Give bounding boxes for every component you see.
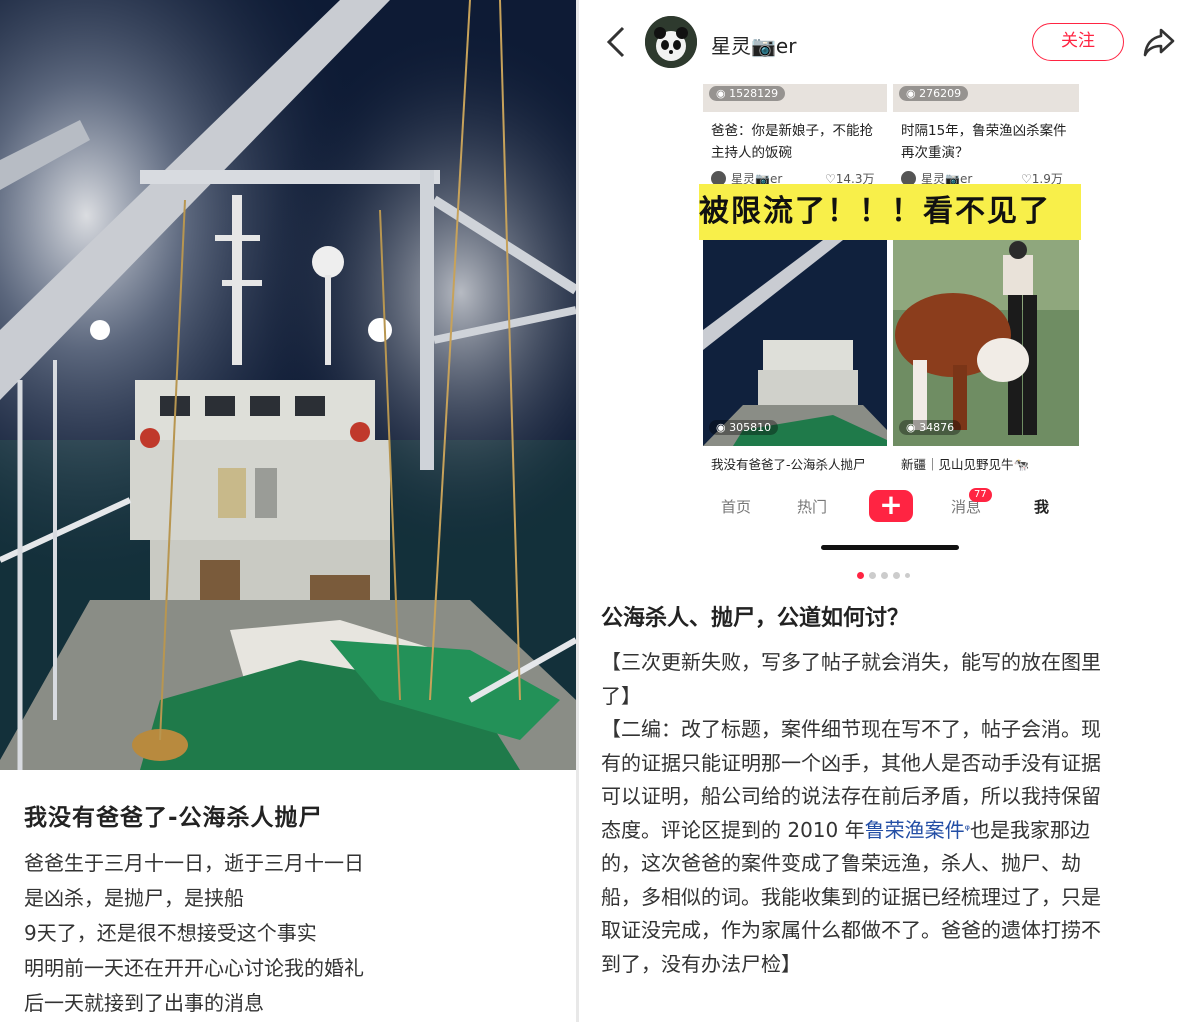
left-post-line: 爸爸生于三月十一日，逝于三月十一日 (24, 851, 364, 875)
mini-avatar (901, 171, 916, 184)
panda-avatar-icon (645, 16, 697, 68)
view-count: ◉ 305810 (709, 420, 779, 435)
post-line: 【三次更新失败，写多了帖子就会消失，能写的放在图里 (601, 650, 1101, 674)
throttled-banner: 被限流了！！！看不见了 (699, 184, 1081, 240)
card-boat-image (703, 240, 887, 446)
post-line: 取证没完成，作为家属什么都做不了。爸爸的遗体打捞不 (601, 918, 1101, 942)
tab-me[interactable]: 我 (1034, 496, 1049, 517)
view-count-value: 1528129 (729, 87, 779, 100)
left-post-title: 我没有爸爸了-公海杀人抛尸 (24, 805, 323, 831)
card-cow-image (893, 240, 1079, 446)
back-button[interactable] (601, 24, 631, 60)
post-line: 可以证明，船公司给的说法存在前后矛盾，所以我持保留 (601, 784, 1101, 808)
boat-illustration (0, 0, 576, 770)
left-post-line: 是凶杀，是抛尸，是挟船 (24, 886, 244, 910)
fishing-boat-photo[interactable] (0, 0, 576, 770)
card-title-line: 主持人的饭碗 (711, 145, 792, 161)
card-title: 爸爸：你是新娘子，不能抢 主持人的饭碗 (711, 120, 887, 164)
feed-card: ◉ 1528129 爸爸：你是新娘子，不能抢 主持人的饭碗 星灵📷er ♡14.… (703, 84, 887, 184)
post-text: 态度。评论区提到的 2010 年 (601, 817, 865, 842)
post-body: 【三次更新失败，写多了帖子就会消失，能写的放在图里 了】 【二编：改了标题，案件… (601, 646, 1181, 981)
post-line: 【二编：改了标题，案件细节现在写不了，帖子会消。现 (601, 717, 1101, 741)
tab-home[interactable]: 首页 (721, 496, 751, 517)
post-title: 公海杀人、抛尸，公道如何讨？ (601, 606, 910, 631)
left-post-line: 明明前一天还在开开心心讨论我的婚礼 (24, 956, 364, 980)
publish-button[interactable]: + (869, 490, 913, 522)
left-post-line: 9天了，还是很不想接受这个事实 (24, 921, 317, 945)
share-button[interactable] (1141, 24, 1177, 60)
card-title-line: 时隔15年，鲁荣渔凶杀案件 (901, 123, 1067, 139)
left-post-body: 爸爸生于三月十一日，逝于三月十一日 是凶杀，是抛尸，是挟船 9天了，还是很不想接… (24, 846, 564, 1021)
home-indicator (821, 545, 959, 550)
feed-card: ◉ 305810 我没有爸爸了-公海杀人抛尸 (703, 240, 887, 480)
view-count: ◉ 276209 (899, 86, 969, 101)
username[interactable]: 星灵📷er (711, 30, 796, 59)
feed-card: ◉ 34876 新疆｜见山见野见牛🐄 (893, 240, 1079, 480)
carousel-dot[interactable] (857, 572, 864, 579)
post-line: 有的证据只能证明那一个凶手，其他人是否动手没有证据 (601, 750, 1101, 775)
card-title: 新疆｜见山见野见牛🐄 (901, 457, 1030, 472)
feed-card: ◉ 276209 时隔15年，鲁荣渔凶杀案件 再次重演？ 星灵📷er ♡1.9万 (893, 84, 1079, 184)
card-title-line: 再次重演？ (901, 145, 969, 161)
carousel-dots[interactable] (857, 572, 910, 579)
card-title: 我没有爸爸了-公海杀人抛尸 (711, 457, 866, 472)
carousel-dot[interactable] (869, 572, 876, 579)
left-post-line: 后一天就接到了出事的消息 (24, 991, 264, 1015)
follow-button[interactable]: 关注 (1032, 23, 1124, 61)
post-line: 了】 (601, 683, 641, 708)
embedded-tab-bar: 首页 热门 + 消息 77 我 (699, 488, 1081, 528)
card-author: 星灵📷er (901, 170, 972, 184)
carousel-dot[interactable] (893, 572, 900, 579)
view-count-value: 305810 (729, 421, 772, 434)
chevron-left-icon (606, 26, 625, 58)
post-line: 态度。评论区提到的 2010 年鲁荣渔案件ᵠ也是我家那边 (601, 814, 1181, 848)
card-likes: ♡1.9万 (1021, 172, 1063, 184)
carousel-dot[interactable] (881, 572, 888, 579)
mini-avatar (711, 171, 726, 184)
post-line: 的，这次爸爸的案件变成了鲁荣远渔，杀人、抛尸、劫 (601, 851, 1081, 875)
view-count-value: 276209 (919, 87, 962, 100)
case-link[interactable]: 鲁荣渔案件 (865, 818, 965, 842)
message-badge: 77 (969, 488, 992, 502)
card-author-name: 星灵📷er (921, 172, 973, 184)
post-line: 船，多相似的词。我能收集到的证据已经梳理过了，只是 (601, 884, 1101, 909)
share-icon (1143, 28, 1175, 57)
view-count: ◉ 34876 (899, 420, 962, 435)
avatar[interactable] (645, 16, 697, 68)
embedded-feed-screenshot[interactable]: ◉ 1528129 爸爸：你是新娘子，不能抢 主持人的饭碗 星灵📷er ♡14.… (699, 84, 1081, 554)
right-post-panel: 星灵📷er 关注 ◉ 1528129 爸爸：你是新娘子，不能抢 主持人的饭碗 星… (579, 0, 1199, 1022)
carousel-dot[interactable] (905, 573, 910, 578)
view-count-value: 34876 (919, 421, 955, 434)
left-post-panel: 我没有爸爸了-公海杀人抛尸 爸爸生于三月十一日，逝于三月十一日 是凶杀，是抛尸，… (0, 0, 576, 1022)
post-text: 也是我家那边 (970, 817, 1091, 842)
card-author-name: 星灵📷er (731, 172, 783, 184)
post-line: 到了，没有办法尸检】 (601, 951, 801, 976)
tab-hot[interactable]: 热门 (797, 496, 827, 517)
view-count: ◉ 1528129 (709, 86, 786, 101)
card-title-line: 爸爸：你是新娘子，不能抢 (711, 123, 873, 139)
card-author: 星灵📷er (711, 170, 782, 184)
card-likes: ♡14.3万 (825, 172, 875, 184)
card-title: 时隔15年，鲁荣渔凶杀案件 再次重演？ (901, 120, 1077, 164)
